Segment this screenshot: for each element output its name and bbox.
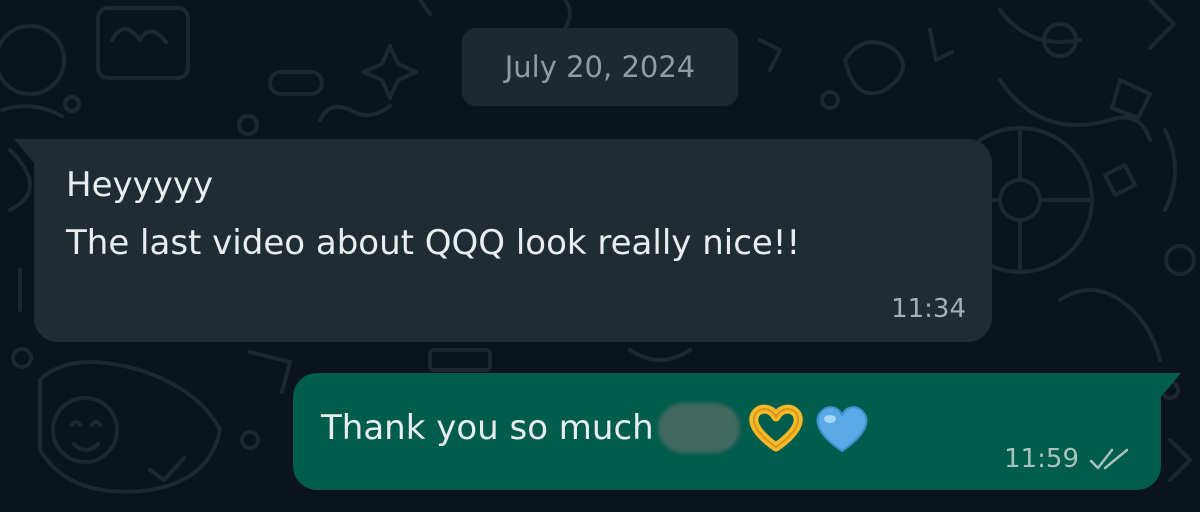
incoming-message-bubble[interactable]: Heyyyyy The last video about QQQ look re… [14,139,992,342]
message-meta: 11:59 [1004,444,1133,474]
double-check-icon [1089,448,1129,470]
redacted-blur [657,403,740,453]
outgoing-message-bubble[interactable]: Thank you so much 11:59 [293,373,1181,490]
heart-hands-emoji [749,404,803,452]
message-text-content: Thank you so much [321,408,654,448]
date-separator: July 20, 2024 [462,28,738,106]
bubble-tail [1161,373,1181,397]
message-timestamp: 11:59 [1004,444,1079,474]
message-text-line: The last video about QQQ look really nic… [66,223,801,263]
message-text-line: Heyyyyy [66,165,214,205]
message-text: Thank you so much [321,403,872,453]
date-label: July 20, 2024 [504,50,696,84]
bubble-tail [14,139,34,163]
message-timestamp: 11:34 [891,294,966,324]
blue-heart-emoji [816,406,868,453]
